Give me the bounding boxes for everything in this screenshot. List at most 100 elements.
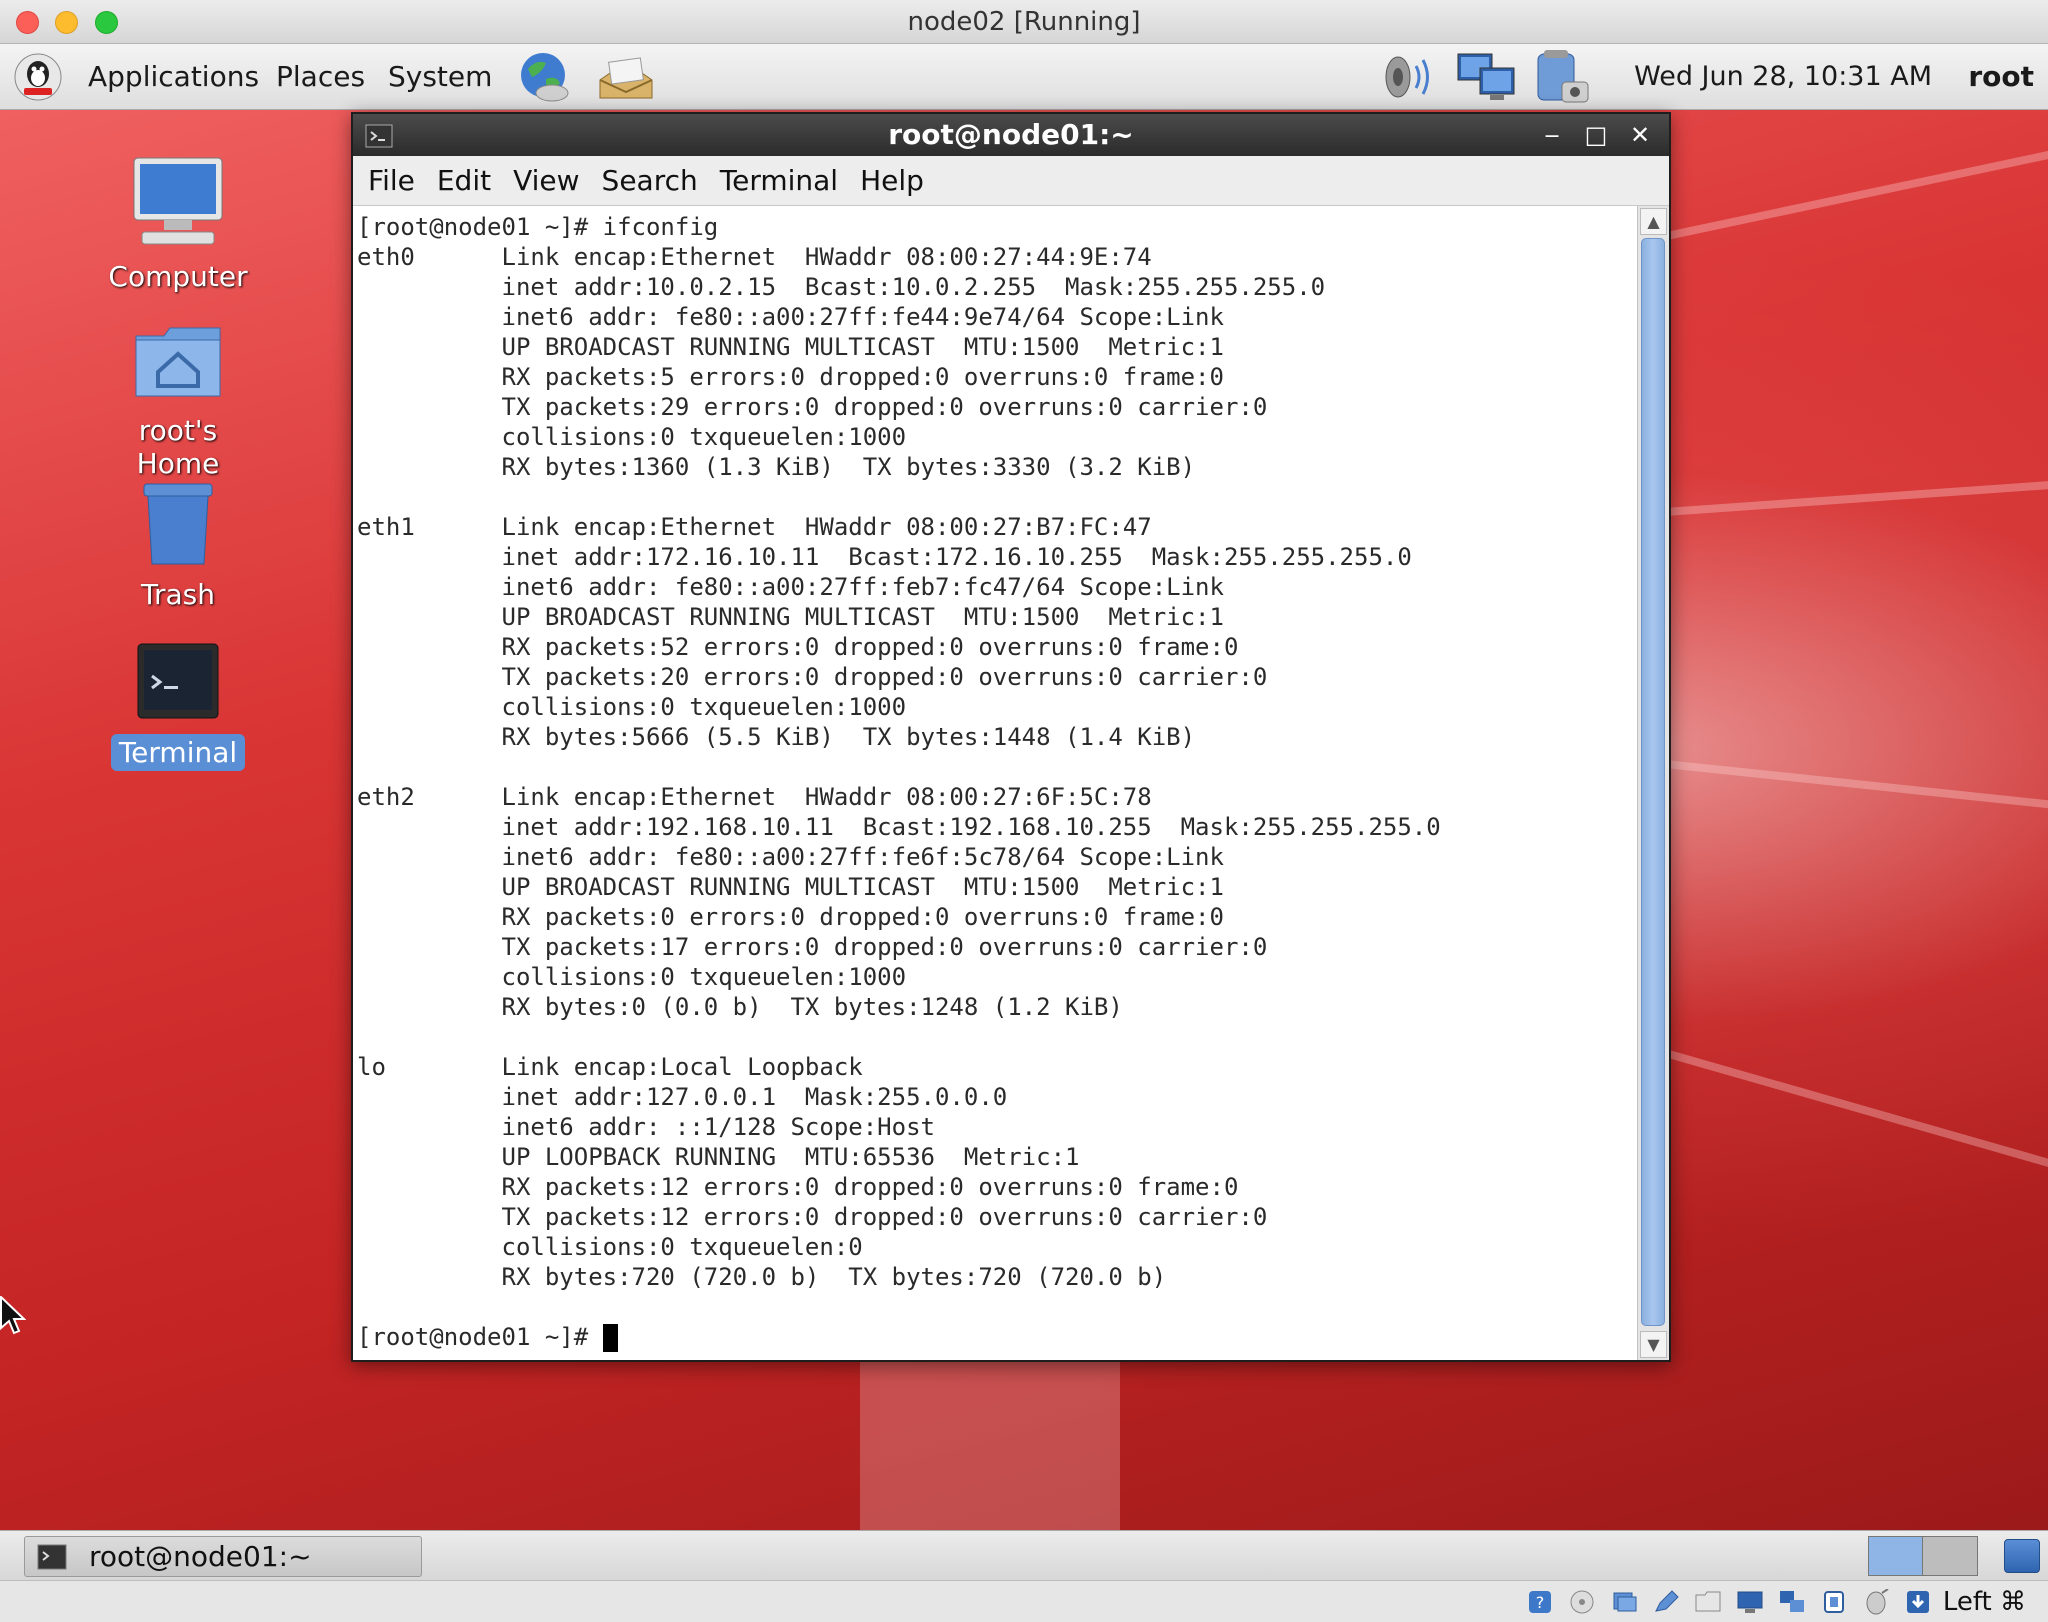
- terminal-output[interactable]: [root@node01 ~]# ifconfig eth0 Link encap…: [357, 212, 1637, 1352]
- show-desktop-icon[interactable]: [2004, 1539, 2040, 1573]
- system-menu[interactable]: System: [388, 44, 492, 110]
- vb-download-icon[interactable]: [1904, 1589, 1932, 1615]
- terminal-line: RX bytes:0 (0.0 b) TX bytes:1248 (1.2 Ki…: [357, 993, 1123, 1021]
- terminal-body[interactable]: [root@node01 ~]# ifconfig eth0 Link encap…: [353, 206, 1669, 1360]
- close-button[interactable]: ✕: [1625, 120, 1655, 150]
- update-icon[interactable]: [1530, 48, 1594, 106]
- host-key-indicator[interactable]: Left ⌘: [1943, 1581, 2026, 1622]
- terminal-line: inet addr:10.0.2.15 Bcast:10.0.2.255 Mas…: [357, 273, 1326, 301]
- terminal-title: root@node01:~: [888, 118, 1134, 151]
- terminal-scrollbar[interactable]: ▲ ▼: [1637, 206, 1669, 1360]
- computer-icon: [133, 157, 223, 245]
- terminal-line: collisions:0 txqueuelen:1000: [357, 423, 907, 451]
- terminal-line: collisions:0 txqueuelen:1000: [357, 963, 907, 991]
- terminal-line: inet addr:192.168.10.11 Bcast:192.168.10…: [357, 813, 1441, 841]
- workspace-2[interactable]: [1923, 1537, 1977, 1575]
- scroll-up-arrow-icon[interactable]: ▲: [1640, 208, 1667, 235]
- minimize-window-button[interactable]: [55, 11, 78, 34]
- wallpaper-streak: [860, 1360, 1120, 1530]
- terminal-line: inet addr:172.16.10.11 Bcast:172.16.10.2…: [357, 543, 1412, 571]
- terminal-line: collisions:0 txqueuelen:1000: [357, 693, 907, 721]
- terminal-line: inet6 addr: fe80::a00:27ff:fe6f:5c78/64 …: [357, 843, 1224, 871]
- terminal-line: UP LOOPBACK RUNNING MTU:65536 Metric:1: [357, 1143, 1080, 1171]
- taskbar-item-terminal[interactable]: root@node01:~: [24, 1536, 422, 1577]
- svg-text:?: ?: [1536, 1593, 1545, 1612]
- menu-terminal[interactable]: Terminal: [720, 156, 838, 206]
- redhat-menu-icon[interactable]: [14, 52, 62, 102]
- menu-file[interactable]: File: [368, 156, 415, 206]
- desktop-icon-trash[interactable]: Trash: [90, 480, 266, 613]
- taskbar-item-label: root@node01:~: [89, 1540, 312, 1573]
- mouse-pointer-icon: [0, 1296, 26, 1335]
- terminal-line: RX packets:12 errors:0 dropped:0 overrun…: [357, 1173, 1239, 1201]
- terminal-line: inet6 addr: fe80::a00:27ff:fe44:9e74/64 …: [357, 303, 1224, 331]
- desktop-icon-home[interactable]: root's Home: [90, 320, 266, 482]
- panel-username[interactable]: root: [1968, 44, 2034, 110]
- bottom-panel: root@node01:~: [0, 1530, 2048, 1580]
- top-panel: Applications Places System Wed Jun 28, 1…: [0, 44, 2048, 110]
- menu-edit[interactable]: Edit: [437, 156, 491, 206]
- desktop-icon-label: Trash: [141, 578, 215, 611]
- desktop-icon-label: root's Home: [136, 414, 220, 480]
- terminal-titlebar[interactable]: root@node01:~ ‒ □ ✕: [353, 114, 1669, 156]
- menu-search[interactable]: Search: [602, 156, 698, 206]
- vb-network-icon[interactable]: [1778, 1589, 1806, 1615]
- host-window-title: node02 [Running]: [907, 7, 1141, 37]
- terminal-line: TX packets:29 errors:0 dropped:0 overrun…: [357, 393, 1268, 421]
- terminal-line: [root@node01 ~]# ifconfig: [357, 213, 719, 241]
- vb-optical-icon[interactable]: [1568, 1589, 1596, 1615]
- desktop-icon-computer[interactable]: Computer: [90, 154, 266, 295]
- applications-menu[interactable]: Applications: [88, 44, 259, 110]
- terminal-line: UP BROADCAST RUNNING MULTICAST MTU:1500 …: [357, 603, 1224, 631]
- terminal-window[interactable]: root@node01:~ ‒ □ ✕ File Edit View Search Te…: [351, 112, 1671, 1362]
- terminal-line: collisions:0 txqueuelen:0: [357, 1233, 863, 1261]
- terminal-line: inet6 addr: fe80::a00:27ff:feb7:fc47/64 …: [357, 573, 1224, 601]
- terminal-line: RX bytes:5666 (5.5 KiB) TX bytes:1448 (1…: [357, 723, 1196, 751]
- terminal-line: RX packets:5 errors:0 dropped:0 overruns…: [357, 363, 1224, 391]
- terminal-line: eth0 Link encap:Ethernet HWaddr 08:00:27…: [357, 243, 1152, 271]
- desktop-icon-terminal[interactable]: Terminal: [90, 640, 266, 771]
- maximize-button[interactable]: □: [1581, 120, 1611, 150]
- vb-pen-icon[interactable]: [1652, 1589, 1680, 1615]
- menu-view[interactable]: View: [513, 156, 579, 206]
- terminal-line: inet6 addr: ::1/128 Scope:Host: [357, 1113, 935, 1141]
- vb-help-icon[interactable]: ?: [1526, 1589, 1554, 1615]
- desktop-icon-label: Computer: [108, 260, 248, 293]
- vb-display-icon[interactable]: [1736, 1589, 1764, 1615]
- terminal-line: RX packets:52 errors:0 dropped:0 overrun…: [357, 633, 1239, 661]
- network-icon[interactable]: [1456, 50, 1518, 104]
- email-icon[interactable]: [596, 52, 656, 102]
- scroll-thumb[interactable]: [1641, 238, 1665, 1326]
- terminal-line: inet addr:127.0.0.1 Mask:255.0.0.0: [357, 1083, 1008, 1111]
- vb-usb-icon[interactable]: [1610, 1589, 1638, 1615]
- terminal-line: TX packets:12 errors:0 dropped:0 overrun…: [357, 1203, 1268, 1231]
- terminal-line: UP BROADCAST RUNNING MULTICAST MTU:1500 …: [357, 873, 1224, 901]
- home-folder-icon: [135, 327, 221, 397]
- vbox-statusbar: ? Left ⌘: [0, 1580, 2048, 1622]
- volume-icon[interactable]: [1378, 52, 1436, 102]
- text-cursor: [602, 1324, 618, 1352]
- vb-mouse-icon[interactable]: [1862, 1589, 1890, 1615]
- clock[interactable]: Wed Jun 28, 10:31 AM: [1634, 44, 1932, 110]
- scroll-down-arrow-icon[interactable]: ▼: [1640, 1331, 1667, 1358]
- vb-cpu-icon[interactable]: [1820, 1589, 1848, 1615]
- terminal-line: TX packets:17 errors:0 dropped:0 overrun…: [357, 933, 1268, 961]
- vb-shared-folder-icon[interactable]: [1694, 1589, 1722, 1615]
- places-menu[interactable]: Places: [276, 44, 365, 110]
- browser-globe-icon[interactable]: [516, 49, 574, 105]
- terminal-lines: [root@node01 ~]# ifconfig eth0 Link encap…: [357, 212, 1637, 1322]
- close-window-button[interactable]: [16, 11, 39, 34]
- workspace-1[interactable]: [1869, 1537, 1924, 1575]
- host-window-titlebar: node02 [Running]: [0, 0, 2048, 44]
- minimize-button[interactable]: ‒: [1537, 120, 1567, 150]
- desktop-icon-label: Terminal: [110, 734, 246, 771]
- zoom-window-button[interactable]: [95, 11, 118, 34]
- menu-help[interactable]: Help: [860, 156, 924, 206]
- workspace-switcher[interactable]: [1868, 1536, 1978, 1576]
- terminal-line: lo Link encap:Local Loopback: [357, 1053, 863, 1081]
- terminal-prompt: [root@node01 ~]#: [357, 1323, 603, 1351]
